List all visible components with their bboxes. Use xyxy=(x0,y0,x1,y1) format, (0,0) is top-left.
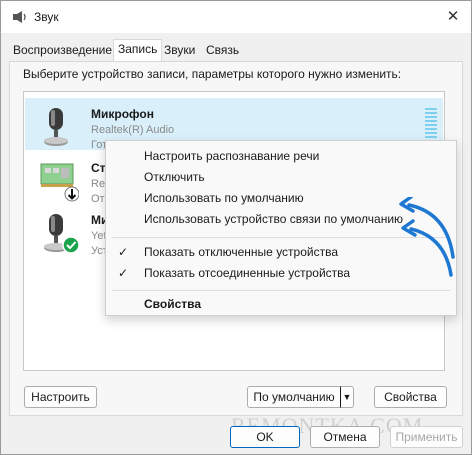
menu-separator xyxy=(112,290,450,291)
close-button[interactable]: ✕ xyxy=(443,7,463,27)
menu-item-speech-recognition[interactable]: Настроить распознавание речи xyxy=(106,146,456,167)
window-title: Звук xyxy=(34,10,59,24)
sound-dialog: Звук ✕ Воспроизведение Запись Звуки Связ… xyxy=(0,0,472,455)
check-icon: ✓ xyxy=(118,266,129,280)
check-icon: ✓ xyxy=(118,245,129,259)
speaker-icon xyxy=(13,11,26,23)
title-bar: Звук ✕ xyxy=(1,1,471,33)
annotation-arrows-icon xyxy=(399,197,455,277)
device-driver: Realtek(R) Audio xyxy=(91,124,175,136)
default-check-badge xyxy=(62,236,79,254)
cancel-button[interactable]: Отмена xyxy=(310,426,380,448)
sound-card-icon xyxy=(40,163,79,202)
device-name: Микрофон xyxy=(91,107,154,121)
tab-sounds[interactable]: Звуки xyxy=(160,41,199,61)
microphone-icon xyxy=(44,214,79,254)
set-default-button[interactable]: По умолчанию xyxy=(247,386,341,408)
tab-communications[interactable]: Связь xyxy=(202,41,243,61)
microphone-icon xyxy=(44,108,68,146)
menu-item-disable[interactable]: Отключить xyxy=(106,167,456,188)
properties-button[interactable]: Свойства xyxy=(374,386,447,408)
tab-recording[interactable]: Запись xyxy=(113,39,163,61)
menu-item-properties[interactable]: Свойства xyxy=(106,294,456,315)
apply-button[interactable]: Применить xyxy=(390,426,463,448)
configure-button[interactable]: Настроить xyxy=(24,386,97,408)
tab-playback[interactable]: Воспроизведение xyxy=(9,41,116,61)
chevron-down-icon[interactable]: ▼ xyxy=(340,386,354,408)
instruction-text: Выберите устройство записи, параметры ко… xyxy=(23,67,402,81)
ok-button[interactable]: OK xyxy=(230,426,300,448)
